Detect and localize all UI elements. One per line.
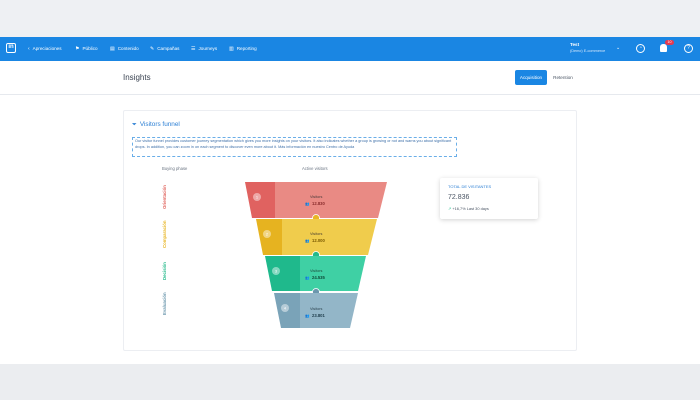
segment-4-label: Visitors [310, 307, 322, 311]
funnel-segment-1[interactable]: 1 Visitors 👥 12.830 [245, 182, 387, 218]
segment-1-label: Visitors [310, 195, 322, 199]
funnel-segment-3[interactable]: 3 Visitors 👥 24.535 [265, 256, 366, 291]
segment-1-people-icon: 👥 [305, 202, 310, 206]
trend-up-icon: ↗ [448, 206, 452, 211]
tooltip-value: 72.836 [448, 194, 470, 201]
funnel-chart: 1 Visitors 👥 12.830 2 Visitors 👥 12.000 … [245, 182, 387, 328]
segment-3-value: 24.535 [312, 275, 325, 280]
tooltip-delta: ↗ +16,7% Last 30 days [448, 206, 489, 211]
bottom-strip [0, 364, 700, 400]
segment-4-value: 23.801 [312, 313, 325, 318]
funnel-segment-4[interactable]: 4 Visitors 👥 23.801 [274, 293, 358, 328]
segment-1-value: 12.830 [312, 201, 325, 206]
segment-3-people-icon: 👥 [305, 276, 310, 280]
funnel-segment-3-dark [265, 256, 300, 291]
segment-3-label: Visitors [310, 269, 322, 273]
funnel-segment-2[interactable]: 2 Visitors 👥 12.000 [256, 219, 377, 255]
funnel-segment-1-light [275, 182, 387, 218]
funnel-segment-2-light [282, 219, 377, 255]
segment-2-value: 12.000 [312, 238, 325, 243]
funnel-segment-1-dark [245, 182, 275, 218]
segment-4-people-icon: 👥 [305, 314, 310, 318]
funnel-segment-4-light [300, 293, 358, 328]
tooltip-delta-text: +16,7% Last 30 days [452, 206, 489, 211]
segment-2-people-icon: 👥 [305, 239, 310, 243]
segment-2-label: Visitors [310, 232, 322, 236]
tooltip-title: TOTAL DE VISITANTES [448, 184, 492, 189]
funnel-segment-3-light [300, 256, 366, 291]
